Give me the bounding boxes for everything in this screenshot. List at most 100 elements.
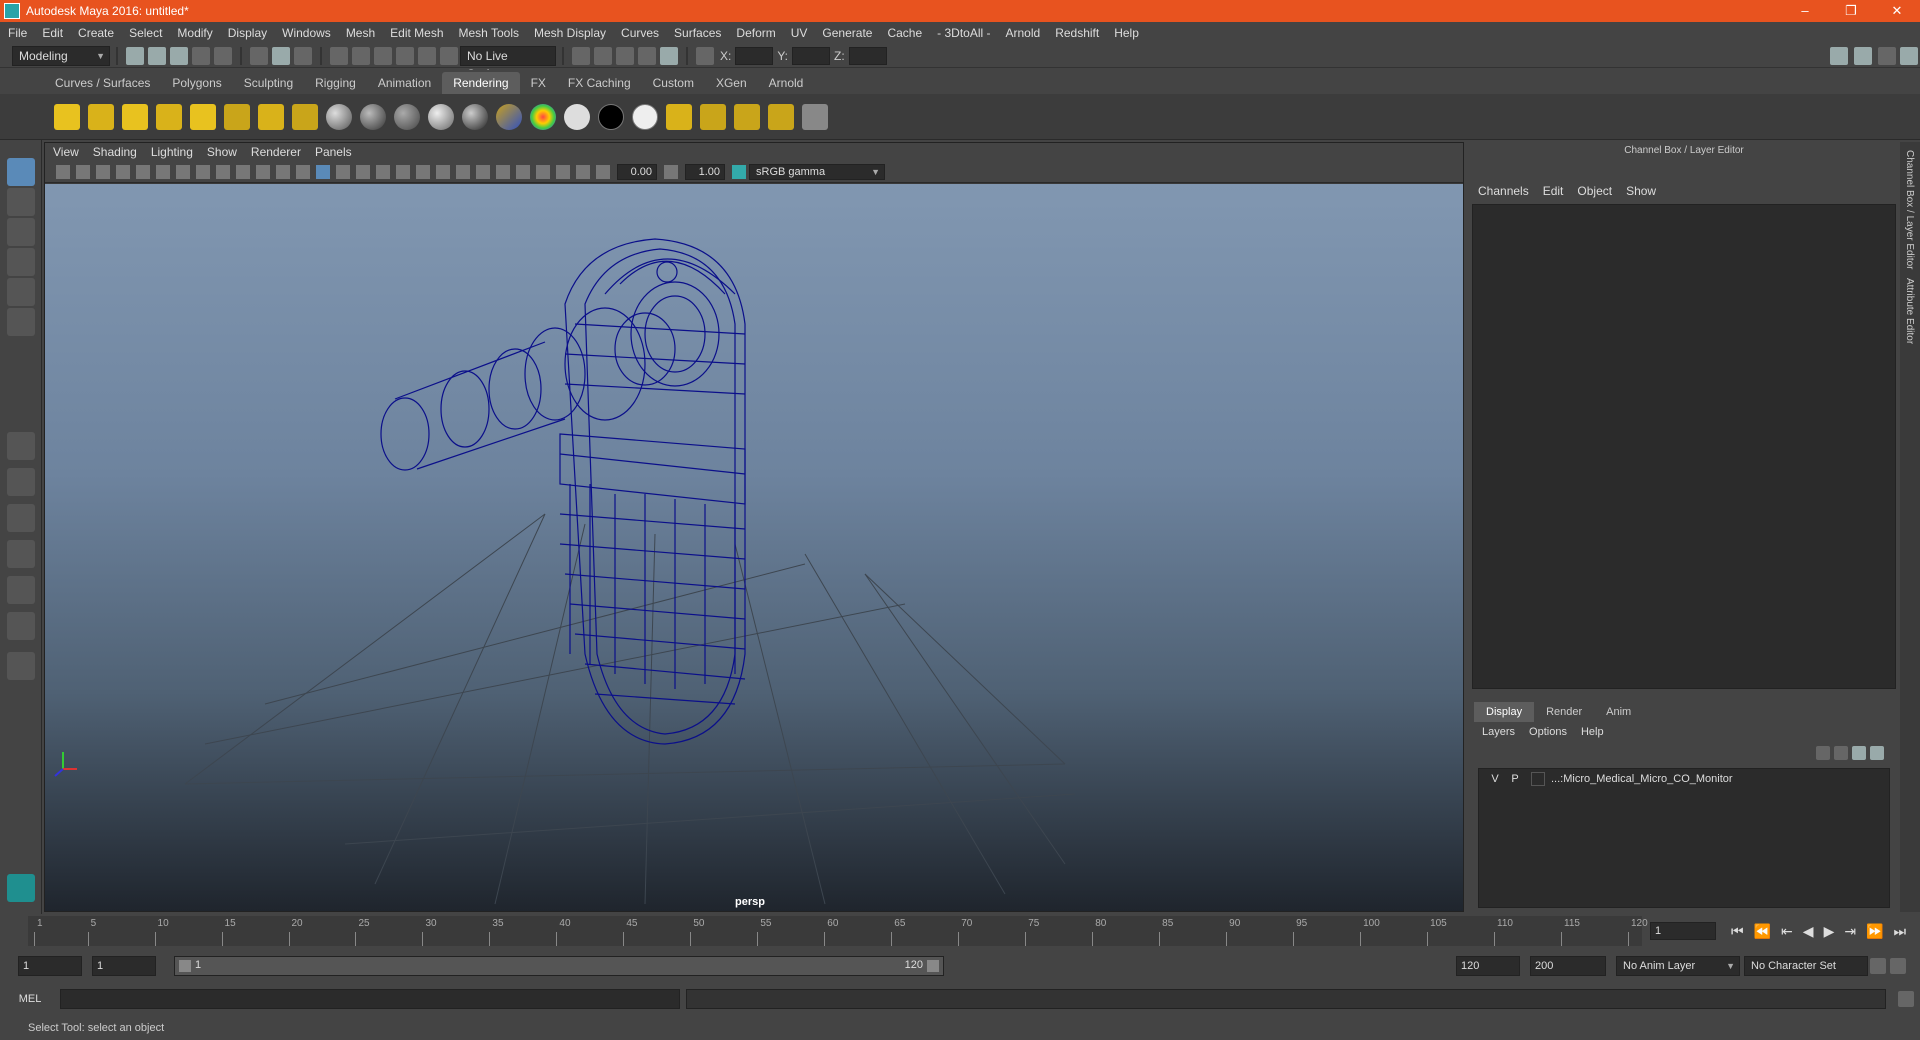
depth-of-field-icon[interactable] xyxy=(496,164,510,179)
select-object-icon[interactable] xyxy=(272,46,290,65)
surface-shader-icon[interactable] xyxy=(564,103,590,130)
phong-material-icon[interactable] xyxy=(394,103,420,130)
xray-joints-icon[interactable] xyxy=(556,164,570,179)
tab-render[interactable]: Render xyxy=(1534,702,1594,722)
new-layer-from-selection-icon[interactable] xyxy=(1870,746,1884,760)
four-view-layout-icon[interactable] xyxy=(7,468,35,496)
menu-curves[interactable]: Curves xyxy=(621,26,659,40)
gate-mask-icon[interactable] xyxy=(236,164,250,179)
anti-aliasing-icon[interactable] xyxy=(476,164,490,179)
menu-windows[interactable]: Windows xyxy=(282,26,331,40)
layered-shader-icon[interactable] xyxy=(496,103,522,130)
directional-light-icon[interactable] xyxy=(88,103,114,130)
menu-generate[interactable]: Generate xyxy=(822,26,872,40)
safe-action-icon[interactable] xyxy=(276,164,290,179)
scale-tool-icon[interactable] xyxy=(7,308,35,336)
step-forward-key-icon[interactable]: ⇥ xyxy=(1844,923,1856,940)
more-layouts-icon[interactable] xyxy=(7,652,35,680)
viewport-persp[interactable]: persp xyxy=(45,184,1463,911)
ramp-shader-icon[interactable] xyxy=(530,103,556,130)
live-surface-field[interactable]: No Live Surface xyxy=(460,45,556,81)
volume-light-icon[interactable] xyxy=(224,103,250,130)
use-background-icon[interactable] xyxy=(598,103,624,130)
shelf-tab-fx-caching[interactable]: FX Caching xyxy=(557,72,642,94)
blinn-material-icon[interactable] xyxy=(326,103,352,130)
lambert-material-icon[interactable] xyxy=(360,103,386,130)
menu-edit[interactable]: Edit xyxy=(42,26,63,40)
anisotropic-material-icon[interactable] xyxy=(462,103,488,130)
layer-menu-layers[interactable]: Layers xyxy=(1482,726,1515,738)
menu-deform[interactable]: Deform xyxy=(736,26,775,40)
textured-icon[interactable] xyxy=(376,164,390,179)
modeling-toolkit-icon[interactable] xyxy=(1830,46,1848,65)
new-empty-layer-icon[interactable] xyxy=(1852,746,1866,760)
gamma-icon[interactable] xyxy=(664,164,678,179)
panel-menu-panels[interactable]: Panels xyxy=(315,145,352,159)
close-button[interactable]: ✕ xyxy=(1874,0,1920,22)
menu-file[interactable]: File xyxy=(8,26,27,40)
bookmark-icon[interactable] xyxy=(96,164,110,179)
menu-mesh-tools[interactable]: Mesh Tools xyxy=(459,26,519,40)
field-chart-icon[interactable] xyxy=(256,164,270,179)
menuset-dropdown[interactable]: Modeling ▼ xyxy=(12,45,110,66)
shelf-tab-custom[interactable]: Custom xyxy=(642,72,705,94)
menu-help[interactable]: Help xyxy=(1114,26,1139,40)
go-to-end-icon[interactable]: ⏭ xyxy=(1894,923,1907,940)
grease-pencil-icon[interactable] xyxy=(156,164,170,179)
x-field[interactable] xyxy=(735,46,774,65)
step-back-frame-icon[interactable]: ⏪ xyxy=(1754,923,1771,940)
playback-start-field[interactable]: 1 xyxy=(92,956,156,976)
render-region-icon[interactable] xyxy=(666,103,692,130)
ipr-render-icon[interactable] xyxy=(594,46,612,65)
grid-icon[interactable] xyxy=(176,164,190,179)
restore-button[interactable]: ❐ xyxy=(1828,0,1874,22)
snap-surface-icon[interactable] xyxy=(418,46,436,65)
move-layer-up-icon[interactable] xyxy=(1816,746,1830,760)
persp-outliner-layout-icon[interactable] xyxy=(7,576,35,604)
channel-box-menu-channels[interactable]: Channels xyxy=(1478,184,1529,198)
side-tab-channel-box[interactable]: Channel Box / Layer Editor xyxy=(1904,150,1915,270)
panel-menu-renderer[interactable]: Renderer xyxy=(251,145,301,159)
playback-end-field[interactable]: 120 xyxy=(1456,956,1520,976)
channel-box-menu-object[interactable]: Object xyxy=(1577,184,1612,198)
play-backward-icon[interactable]: ◀ xyxy=(1803,923,1814,940)
select-component-icon[interactable] xyxy=(294,46,312,65)
layer-visibility-toggle[interactable]: V xyxy=(1485,773,1505,785)
toon-outline-icon[interactable] xyxy=(734,103,760,130)
character-set-dropdown[interactable]: No Character Set xyxy=(1744,956,1868,976)
lasso-tool-icon[interactable] xyxy=(7,188,35,216)
layer-color-swatch[interactable] xyxy=(1531,772,1545,786)
shelf-tab-fx[interactable]: FX xyxy=(520,72,557,94)
snap-curve-icon[interactable] xyxy=(352,46,370,65)
2d-pan-zoom-icon[interactable] xyxy=(136,164,150,179)
redo-icon[interactable] xyxy=(214,46,232,65)
layer-menu-options[interactable]: Options xyxy=(1529,726,1567,738)
menu-modify[interactable]: Modify xyxy=(177,26,212,40)
smooth-shade-icon[interactable] xyxy=(336,164,350,179)
panel-menu-lighting[interactable]: Lighting xyxy=(151,145,193,159)
ipr-icon[interactable] xyxy=(802,103,828,130)
menu-edit-mesh[interactable]: Edit Mesh xyxy=(390,26,443,40)
hypershade-icon[interactable] xyxy=(638,46,656,65)
layer-playback-toggle[interactable]: P xyxy=(1505,773,1525,785)
undo-icon[interactable] xyxy=(192,46,210,65)
auto-key-icon[interactable] xyxy=(1870,958,1886,974)
phonge-material-icon[interactable] xyxy=(428,103,454,130)
isolate-select-icon[interactable] xyxy=(516,164,530,179)
paint-effects-icon[interactable] xyxy=(768,103,794,130)
tab-display[interactable]: Display xyxy=(1474,702,1535,722)
xray-components-icon[interactable] xyxy=(576,164,590,179)
y-field[interactable] xyxy=(792,46,831,65)
persp-graph-layout-icon[interactable] xyxy=(7,540,35,568)
safe-title-icon[interactable] xyxy=(296,164,310,179)
shadows-icon[interactable] xyxy=(416,164,430,179)
z-field[interactable] xyxy=(848,46,887,65)
shelf-tab-rendering[interactable]: Rendering xyxy=(442,72,520,94)
menu-mesh[interactable]: Mesh xyxy=(346,26,375,40)
shading-map-icon[interactable] xyxy=(632,103,658,130)
view-transform-dropdown[interactable]: sRGB gamma ▼ xyxy=(749,163,885,180)
command-input[interactable] xyxy=(60,989,680,1009)
render-settings-icon[interactable] xyxy=(616,46,634,65)
menu-surfaces[interactable]: Surfaces xyxy=(674,26,721,40)
animation-end-field[interactable]: 200 xyxy=(1530,956,1606,976)
